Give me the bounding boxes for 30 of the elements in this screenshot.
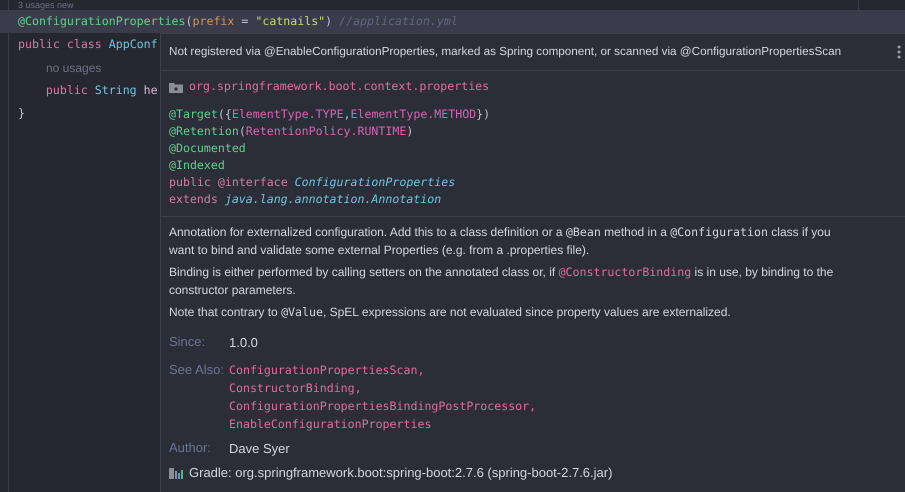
usages-hint: 3 usages new — [17, 0, 75, 10]
library-source: Gradle: org.springframework.boot:spring-boot:2.7.6 (spring-boot-2.7.6.jar) — [189, 464, 612, 482]
usages-hint: no usages — [45, 60, 102, 76]
tag-label: Since: — [169, 333, 206, 351]
description-paragraph: Binding is either performed by calling setters on the annotated class or, if @ConstructorBinding is in use, by binding to the constructor parameters. — [169, 264, 834, 299]
warning-message: Not registered via @EnableConfigurationProperties, marked as Spring component, or scanned via @ConfigurationPropertiesScan — [169, 44, 842, 60]
package-icon — [169, 82, 183, 92]
constructor-binding-link[interactable]: @ConstructorBinding — [558, 265, 692, 279]
see-also-link[interactable]: ConstructorBinding, — [229, 378, 362, 396]
code-line: } — [18, 104, 25, 122]
signature-line: @Retention(RetentionPolicy.RUNTIME) — [169, 123, 414, 140]
signature-line: @Target({ElementType.TYPE,ElementType.METHOD}) — [169, 106, 492, 123]
description-paragraph: Annotation for externalized configuration. Add this to a class definition or a @Bean method in a @Configuration class if you want to bind and validate some external Properties (e.g. from a .properties file). — [169, 224, 832, 259]
since-version: 1.0.0 — [229, 335, 258, 350]
signature-line: extends java.lang.annotation.Annotation — [169, 191, 442, 208]
code-line: public class AppConf — [18, 36, 158, 53]
package-name: org.springframework.boot.context.properties — [189, 78, 490, 96]
signature-line: public @interface ConfigurationProperties — [169, 174, 456, 191]
tag-label: Author: — [169, 438, 212, 456]
library-icon — [169, 467, 183, 479]
signature-line: @Indexed — [169, 157, 226, 174]
author-name: Dave Syer — [229, 440, 290, 456]
more-options-icon[interactable] — [897, 45, 901, 59]
code-line: public String he — [44, 82, 158, 99]
tag-label: See Also: — [169, 360, 225, 378]
see-also-link[interactable]: ConfigurationPropertiesBindingPostProcessor, — [229, 396, 536, 414]
signature-line: @Documented — [169, 140, 247, 157]
description-paragraph: Note that contrary to @Value, SpEL expressions are not evaluated since property values are externalized. — [169, 304, 732, 321]
see-also-link[interactable]: EnableConfigurationProperties — [229, 414, 432, 432]
see-also-link[interactable]: ConfigurationPropertiesScan, — [229, 360, 424, 378]
